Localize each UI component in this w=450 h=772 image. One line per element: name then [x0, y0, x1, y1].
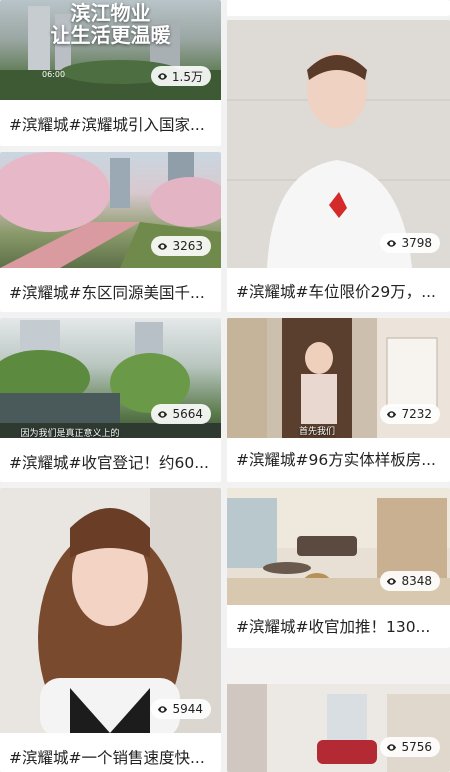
overlay-title-line1: 滨江物业 [70, 1, 151, 25]
video-subtitle: 首先我们 [298, 427, 335, 437]
view-count-badge: 3263 [151, 236, 211, 256]
video-card-6[interactable]: 首先我们 7232 #滨耀城#96方实体样板房... [227, 318, 450, 482]
view-count: 5664 [172, 407, 203, 421]
view-count-badge: 5756 [380, 737, 440, 757]
view-count: 7232 [401, 407, 432, 421]
view-count: 8348 [401, 574, 432, 588]
view-count-badge: 5944 [151, 699, 211, 719]
eye-icon [158, 705, 168, 713]
view-count-badge: 3798 [380, 233, 440, 253]
video-card-top-remnant[interactable] [227, 0, 450, 16]
video-title: #滨耀城#一个销售速度快... [9, 749, 205, 767]
video-title: #滨耀城#车位限价29万，... [236, 283, 436, 301]
video-card-3[interactable]: 因为我们是真正意义上的 5664 #滨耀城#收官登记！约60... [0, 318, 221, 482]
overlay-title-line2: 让生活更温暖 [50, 23, 171, 47]
view-count-badge: 7232 [380, 404, 440, 424]
eye-icon [158, 242, 168, 250]
presenter-graphic [227, 20, 450, 268]
video-title: #滨耀城#收官登记！约60... [9, 454, 209, 472]
view-count: 3263 [172, 239, 203, 253]
video-card-8[interactable]: 5756 [227, 654, 450, 772]
video-title: #滨耀城#收官加推！130... [236, 618, 431, 636]
video-thumbnail: 3798 [227, 20, 450, 268]
video-card-7[interactable]: 8348 #滨耀城#收官加推！130... [227, 488, 450, 648]
video-card-4[interactable]: 5944 #滨耀城#一个销售速度快... [0, 488, 221, 772]
video-card-5[interactable]: 3798 #滨耀城#车位限价29万，... [227, 20, 450, 312]
view-count: 1.5万 [171, 69, 203, 84]
video-thumbnail: 因为我们是真正意义上的 5664 [0, 318, 221, 438]
video-card-1[interactable]: 滨江物业 让生活更温暖 06:00 1.5万 #滨耀城#滨耀城引入国家... [0, 0, 221, 146]
eye-icon [158, 410, 168, 418]
video-thumbnail: 3263 [0, 152, 221, 268]
video-thumbnail: 滨江物业 让生活更温暖 06:00 1.5万 [0, 0, 221, 100]
view-count: 5944 [172, 702, 203, 716]
presenter-graphic [38, 488, 221, 733]
video-title: #滨耀城#96方实体样板房... [236, 451, 436, 469]
eye-icon [387, 410, 397, 418]
view-count: 3798 [401, 236, 432, 250]
video-timestamp: 06:00 [42, 70, 66, 79]
view-count-badge: 1.5万 [150, 66, 211, 86]
video-subtitle: 因为我们是真正意义上的 [20, 429, 120, 438]
eye-icon [387, 743, 397, 751]
video-title: #滨耀城#东区同源美国千... [9, 284, 205, 302]
video-thumbnail: 5944 [0, 488, 221, 733]
video-thumbnail: 5756 [227, 654, 450, 772]
video-card-2[interactable]: 3263 #滨耀城#东区同源美国千... [0, 152, 221, 312]
video-thumbnail: 8348 [227, 488, 450, 605]
video-title: #滨耀城#滨耀城引入国家... [9, 116, 205, 134]
video-thumbnail: 首先我们 7232 [227, 318, 450, 438]
eye-icon [387, 239, 397, 247]
view-count: 5756 [401, 740, 432, 754]
view-count-badge: 5664 [151, 404, 211, 424]
view-count-badge: 8348 [380, 571, 440, 591]
eye-icon [387, 577, 397, 585]
eye-icon [157, 72, 167, 80]
